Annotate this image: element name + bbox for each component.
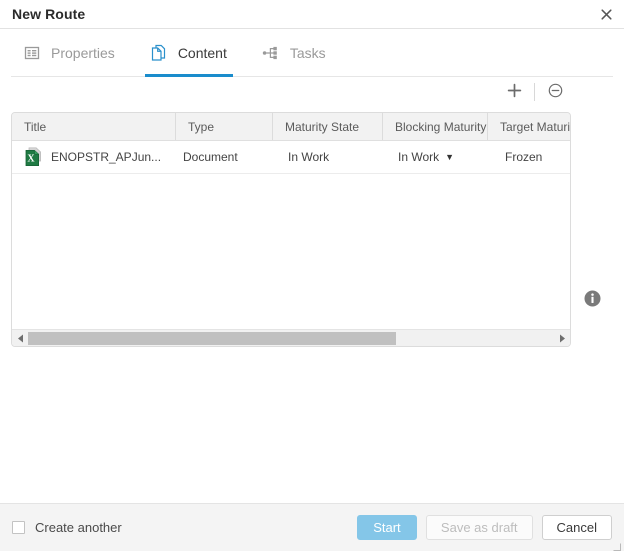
remove-content-button[interactable]: [542, 81, 568, 103]
dialog-tabs: Properties Content Tasks: [0, 29, 624, 77]
new-route-dialog: New Route Properties Content Tasks Title…: [0, 0, 624, 551]
table-header-row: Title Type Maturity State Blocking Matur…: [12, 113, 570, 141]
cell-maturity-state: In Work: [288, 150, 330, 164]
checkbox-box[interactable]: [12, 521, 25, 534]
footer-buttons: Start Save as draft Cancel: [356, 515, 612, 540]
column-header-target-maturity[interactable]: Target Maturit: [488, 113, 570, 140]
cell-type: Document: [183, 150, 238, 164]
tasks-network-icon: [261, 43, 281, 63]
content-toolbar: [0, 77, 624, 107]
cell-blocking-maturity[interactable]: In Work ▼: [383, 150, 488, 164]
table-row[interactable]: X ENOPSTR_APJun... Document In Work In W…: [12, 141, 570, 174]
scrollbar-track[interactable]: [28, 331, 554, 345]
create-another-label: Create another: [35, 520, 122, 535]
scrollbar-thumb[interactable]: [28, 331, 397, 345]
plus-icon: [507, 83, 522, 101]
start-button[interactable]: Start: [356, 515, 417, 540]
content-body: Title Type Maturity State Blocking Matur…: [0, 107, 624, 503]
cancel-button[interactable]: Cancel: [541, 515, 612, 540]
properties-grid-icon: [22, 43, 42, 63]
column-header-blocking-maturity[interactable]: Blocking Maturity: [383, 113, 488, 140]
excel-document-icon: X: [25, 147, 42, 167]
content-table: Title Type Maturity State Blocking Matur…: [11, 112, 571, 347]
add-content-button[interactable]: [501, 81, 527, 103]
save-as-draft-button[interactable]: Save as draft: [425, 515, 533, 540]
cell-title-text: ENOPSTR_APJun...: [51, 150, 162, 164]
info-circle-icon[interactable]: [583, 289, 602, 308]
column-header-title[interactable]: Title: [12, 113, 176, 140]
tab-content-label: Content: [177, 45, 227, 61]
scroll-left-icon[interactable]: [12, 330, 28, 347]
create-another-checkbox[interactable]: Create another: [12, 520, 122, 535]
document-pages-icon: [149, 43, 169, 63]
close-icon[interactable]: [596, 4, 616, 24]
tab-properties-label: Properties: [51, 45, 115, 61]
resize-grip[interactable]: [613, 540, 621, 551]
cell-title: X ENOPSTR_APJun...: [12, 147, 176, 167]
svg-text:X: X: [27, 154, 35, 165]
table-horizontal-scrollbar[interactable]: [12, 329, 570, 346]
column-header-maturity-state[interactable]: Maturity State: [273, 113, 383, 140]
dialog-footer: Create another Start Save as draft Cance…: [0, 503, 624, 551]
cell-target-maturity: Frozen: [505, 150, 543, 164]
tab-content[interactable]: Content: [144, 29, 233, 77]
tab-properties[interactable]: Properties: [22, 29, 115, 77]
tab-tasks-label: Tasks: [289, 45, 326, 61]
column-header-type[interactable]: Type: [176, 113, 273, 140]
dialog-titlebar: New Route: [0, 0, 624, 29]
scroll-right-icon[interactable]: [554, 330, 570, 347]
dialog-title: New Route: [12, 6, 86, 22]
tab-tasks[interactable]: Tasks: [261, 29, 326, 77]
chevron-down-icon[interactable]: ▼: [445, 152, 454, 162]
cell-blocking-maturity-text: In Work: [398, 150, 440, 164]
toolbar-divider: [534, 83, 535, 101]
minus-circle-icon: [548, 83, 563, 101]
